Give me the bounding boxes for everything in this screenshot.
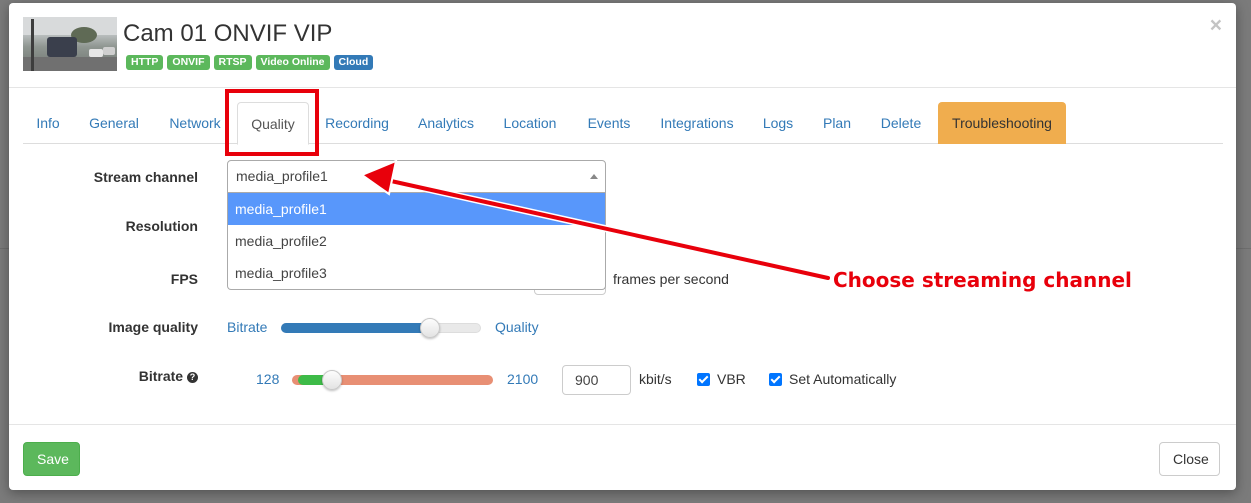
badge-http: HTTP bbox=[126, 55, 164, 70]
stream-channel-select[interactable]: media_profile1 bbox=[227, 160, 606, 193]
tab-location[interactable]: Location bbox=[496, 102, 564, 144]
fps-label: FPS bbox=[170, 271, 198, 287]
badge-rtsp: RTSP bbox=[213, 55, 252, 70]
modal-footer: Save Close bbox=[9, 424, 1236, 490]
camera-title: Cam 01 ONVIF VIP bbox=[123, 20, 333, 47]
tab-info[interactable]: Info bbox=[23, 102, 73, 144]
resolution-label: Resolution bbox=[125, 218, 198, 234]
tab-recording[interactable]: Recording bbox=[317, 102, 397, 144]
bg-divider bbox=[1236, 248, 1251, 249]
image-quality-label: Image quality bbox=[108, 319, 198, 335]
badge-cloud: Cloud bbox=[333, 55, 374, 70]
set-automatically-checkbox[interactable] bbox=[769, 373, 782, 386]
vbr-label: VBR bbox=[717, 371, 746, 387]
bitrate-unit: kbit/s bbox=[639, 371, 672, 387]
badge-video-online: Video Online bbox=[255, 55, 330, 70]
tab-network[interactable]: Network bbox=[156, 102, 234, 144]
bitrate-max: 2100 bbox=[507, 371, 539, 387]
option-media-profile2[interactable]: media_profile2 bbox=[228, 225, 605, 257]
option-media-profile3[interactable]: media_profile3 bbox=[228, 257, 605, 289]
image-quality-quality-link[interactable]: Quality bbox=[495, 319, 539, 335]
tab-integrations[interactable]: Integrations bbox=[652, 102, 742, 144]
tab-general[interactable]: General bbox=[77, 102, 151, 144]
close-button[interactable]: Close bbox=[1159, 442, 1220, 476]
fps-unit: frames per second bbox=[613, 271, 729, 287]
caret-up-icon bbox=[590, 174, 598, 179]
close-icon[interactable]: × bbox=[1210, 15, 1222, 36]
bg-divider bbox=[0, 248, 9, 249]
status-badges: HTTP ONVIF RTSP Video Online Cloud bbox=[126, 55, 374, 70]
annotation-text: Choose streaming channel bbox=[833, 268, 1132, 292]
stream-channel-value: media_profile1 bbox=[236, 168, 328, 184]
modal-header: Cam 01 ONVIF VIP HTTP ONVIF RTSP Video O… bbox=[9, 3, 1236, 88]
tab-delete[interactable]: Delete bbox=[873, 102, 929, 144]
info-icon[interactable]: ? bbox=[187, 372, 198, 383]
tab-plan[interactable]: Plan bbox=[814, 102, 860, 144]
image-quality-fill bbox=[281, 323, 431, 333]
option-media-profile1[interactable]: media_profile1 bbox=[228, 193, 605, 225]
badge-onvif: ONVIF bbox=[167, 55, 210, 70]
camera-thumbnail[interactable] bbox=[23, 17, 117, 71]
camera-settings-modal: Cam 01 ONVIF VIP HTTP ONVIF RTSP Video O… bbox=[9, 3, 1236, 490]
tab-troubleshooting[interactable]: Troubleshooting bbox=[938, 102, 1066, 144]
bitrate-handle[interactable] bbox=[322, 370, 342, 390]
tab-logs[interactable]: Logs bbox=[757, 102, 799, 144]
quality-tab-highlight bbox=[225, 89, 319, 156]
settings-tabs: Info General Network Quality Recording A… bbox=[23, 102, 1223, 145]
bitrate-input[interactable]: 900 bbox=[562, 365, 631, 395]
vbr-checkbox[interactable] bbox=[697, 373, 710, 386]
stream-channel-dropdown: media_profile1 media_profile2 media_prof… bbox=[227, 193, 606, 290]
bitrate-label-text: Bitrate bbox=[138, 368, 184, 384]
bitrate-min: 128 bbox=[256, 371, 280, 387]
set-automatically-label: Set Automatically bbox=[789, 371, 897, 387]
image-quality-handle[interactable] bbox=[420, 318, 440, 338]
save-button[interactable]: Save bbox=[23, 442, 80, 476]
bitrate-label: Bitrate ? bbox=[139, 368, 198, 384]
tab-events[interactable]: Events bbox=[579, 102, 639, 144]
tab-analytics[interactable]: Analytics bbox=[410, 102, 482, 144]
stream-channel-label: Stream channel bbox=[93, 169, 198, 185]
image-quality-bitrate-link[interactable]: Bitrate bbox=[227, 319, 267, 335]
